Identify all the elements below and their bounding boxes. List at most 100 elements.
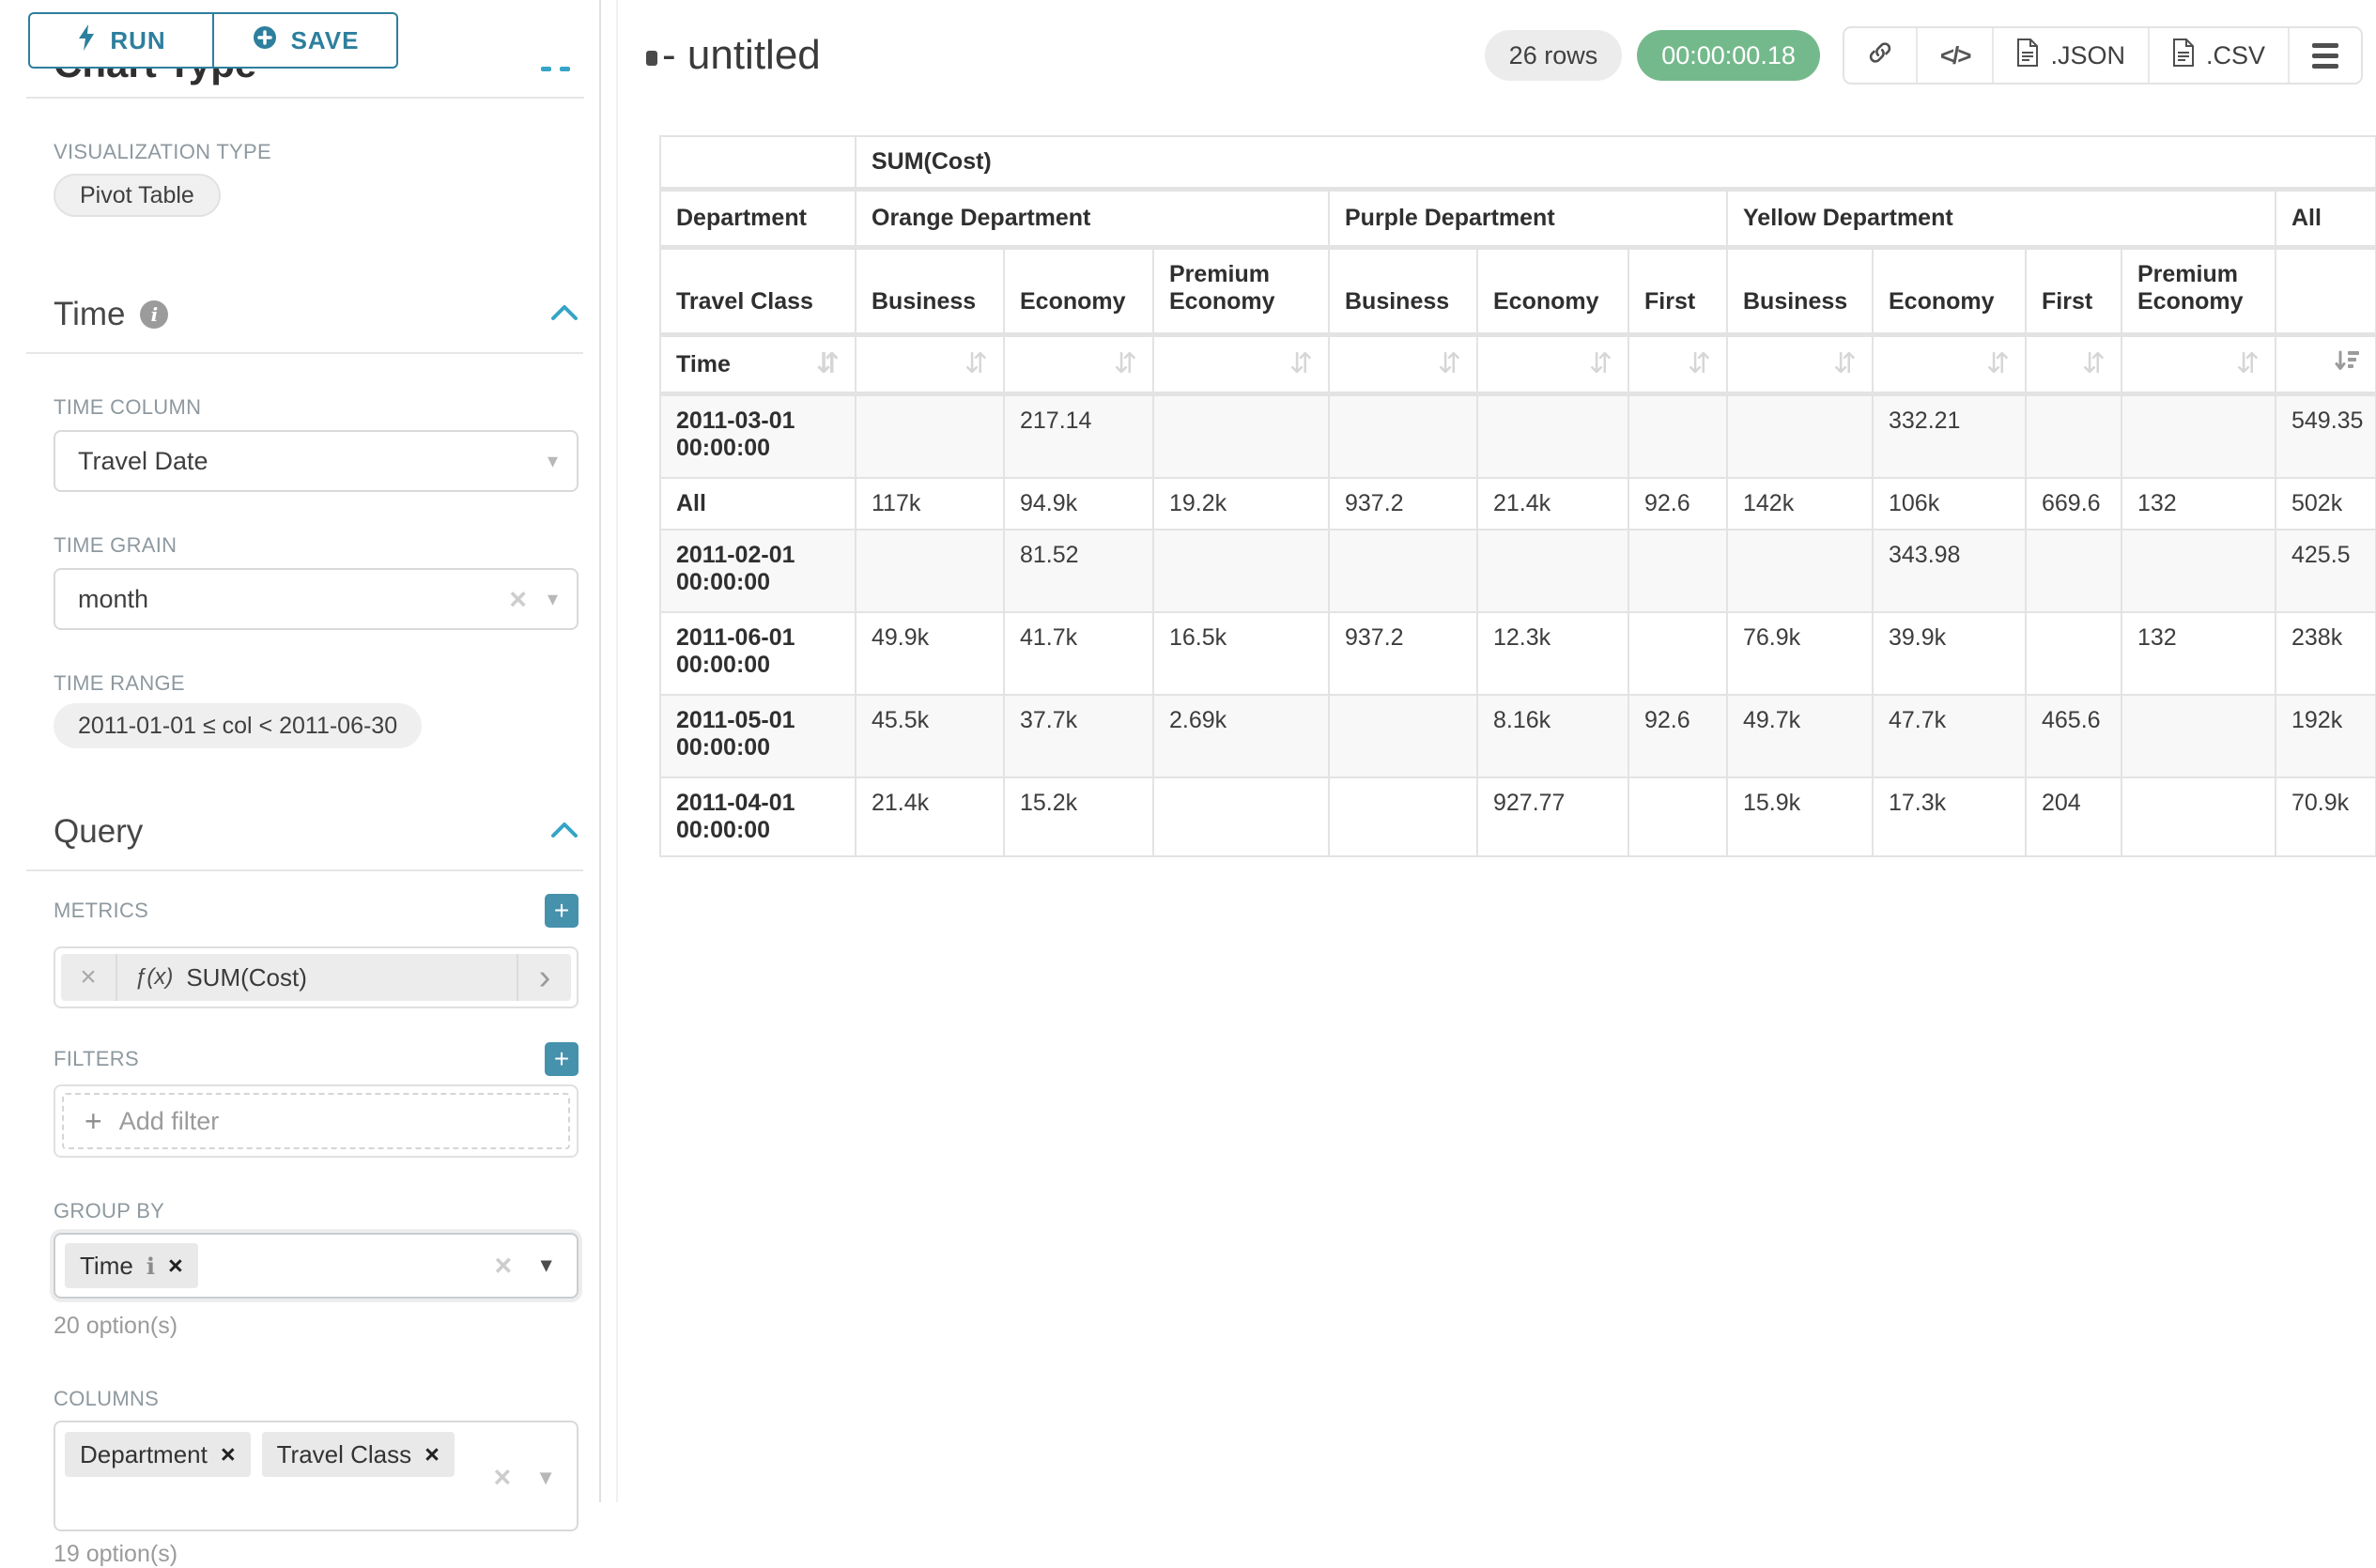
selected-option-chip[interactable]: Travel Class× [262, 1432, 455, 1477]
sort-arrows-icon[interactable]: ⇵ [816, 350, 840, 378]
add-filter-button[interactable]: + Add filter [62, 1093, 570, 1149]
add-filter-label: Add filter [119, 1107, 220, 1136]
lightning-bolt-icon [76, 23, 97, 58]
pivot-colgroup-header: Orange Department [856, 192, 1330, 250]
metrics-label: METRICS [54, 899, 148, 923]
sort-arrows-icon[interactable]: ⇵ [1438, 350, 1461, 378]
metric-chip[interactable]: × ƒ(x) SUM(Cost) › [61, 954, 571, 1001]
query-section-header: Query [54, 813, 579, 851]
chevron-up-icon[interactable] [550, 304, 579, 326]
remove-chip-icon[interactable]: × [424, 1440, 440, 1469]
remove-chip-icon[interactable]: × [168, 1252, 183, 1281]
control-panel-header: Chart Type RUN SAVE [0, 0, 599, 97]
pivot-cell [2122, 778, 2276, 857]
chart-title[interactable]: - untitled [662, 32, 821, 79]
pivot-cell [1478, 396, 1629, 479]
time-range-pill[interactable]: 2011-01-01 ≤ col < 2011-06-30 [54, 703, 422, 748]
chip-label: Time [80, 1252, 133, 1281]
sort-button[interactable]: ⇵ [1874, 337, 2027, 396]
splitter-handle-dot[interactable] [541, 67, 551, 71]
pivot-cell: 142k [1728, 479, 1874, 530]
pivot-cell [1330, 778, 1478, 857]
pivot-cell: 19.2k [1154, 479, 1330, 530]
chevron-up-icon[interactable] [550, 822, 579, 843]
sort-column-time[interactable]: Time⇵ [661, 337, 856, 396]
sort-button[interactable]: ⇵ [1154, 337, 1330, 396]
export-json-button[interactable]: .JSON [1992, 28, 2148, 83]
sort-arrows-icon[interactable]: ⇵ [1833, 350, 1857, 378]
columns-option-count: 19 option(s) [54, 1541, 579, 1568]
sort-arrows-icon[interactable]: ⇵ [1986, 350, 2010, 378]
pivot-cell: 37.7k [1005, 696, 1154, 778]
sort-arrows-icon[interactable]: ⇵ [1289, 350, 1313, 378]
sort-arrows-icon[interactable]: ⇵ [2082, 350, 2106, 378]
sort-button[interactable]: ⇵ [856, 337, 1005, 396]
copy-link-button[interactable] [1844, 28, 1916, 83]
sort-button[interactable]: ⇵ [1330, 337, 1478, 396]
sort-arrows-icon[interactable]: ⇵ [1688, 350, 1711, 378]
pivot-cell [1154, 396, 1330, 479]
table-row: All117k94.9k19.2k937.221.4k92.6142k106k6… [661, 479, 2376, 530]
sort-button[interactable]: ⇵ [2027, 337, 2122, 396]
query-section-title: Query [54, 813, 143, 851]
pivot-cell [1728, 530, 1874, 613]
metrics-header-row: METRICS + [54, 894, 579, 928]
chart-panel: - untitled 26 rows 00:00:00.18 </> .JSON… [616, 0, 2376, 1502]
sort-desc-active-icon[interactable] [2335, 348, 2360, 380]
selected-option-chip[interactable]: Department× [65, 1432, 251, 1477]
add-metric-button[interactable]: + [545, 894, 579, 928]
time-grain-select[interactable]: month × ▾ [54, 568, 579, 630]
sort-button[interactable]: ⇵ [1005, 337, 1154, 396]
sort-button[interactable]: ⇵ [2122, 337, 2276, 396]
sort-arrows-icon[interactable]: ⇵ [1589, 350, 1612, 378]
sort-button[interactable]: ⇵ [1728, 337, 1874, 396]
sort-button[interactable]: ⇵ [1478, 337, 1629, 396]
sort-button[interactable] [2276, 337, 2376, 396]
pivot-cell [2027, 396, 2122, 479]
pivot-cell: 41.7k [1005, 613, 1154, 696]
clear-icon[interactable]: × [509, 582, 527, 617]
csv-label: .CSV [2206, 41, 2265, 70]
table-row: 2011-06-01 00:00:0049.9k41.7k16.5k937.21… [661, 613, 2376, 696]
splitter-handle-dot[interactable] [560, 67, 570, 71]
remove-metric-icon[interactable]: × [61, 954, 117, 1001]
pivot-cell: 238k [2276, 613, 2376, 696]
control-panel-content: VISUALIZATION TYPE Pivot Table Time i TI… [0, 140, 599, 1568]
columns-select[interactable]: Department×Travel Class× × ▼ [54, 1421, 579, 1531]
group-by-select[interactable]: Timei× × ▼ [54, 1233, 579, 1299]
info-icon: i [140, 300, 168, 329]
sort-arrows-icon[interactable]: ⇵ [1114, 350, 1137, 378]
menu-button[interactable] [2288, 28, 2361, 83]
filters-label: FILTERS [54, 1047, 139, 1071]
export-csv-button[interactable]: .CSV [2148, 28, 2288, 83]
hamburger-icon [2312, 43, 2338, 69]
pivot-cell: 343.98 [1874, 530, 2027, 613]
remove-chip-icon[interactable]: × [221, 1440, 236, 1469]
add-filter-plus-button[interactable]: + [545, 1042, 579, 1076]
run-button[interactable]: RUN [28, 12, 214, 69]
pivot-cell [1629, 778, 1728, 857]
save-button[interactable]: SAVE [214, 12, 398, 69]
time-column-select[interactable]: Travel Date ▾ [54, 430, 579, 492]
caret-down-icon: ▾ [548, 449, 558, 473]
sort-arrows-icon[interactable]: ⇵ [964, 350, 988, 378]
sort-button[interactable]: ⇵ [1629, 337, 1728, 396]
clear-icon[interactable]: × [495, 1249, 513, 1284]
embed-code-button[interactable]: </> [1916, 28, 1993, 83]
viz-type-pill[interactable]: Pivot Table [54, 174, 221, 217]
pivot-cell [1728, 396, 1874, 479]
caret-down-icon: ▾ [548, 587, 558, 611]
file-icon [2016, 38, 2039, 73]
scrollbar-thumb[interactable] [646, 51, 657, 66]
selected-option-chip[interactable]: Timei× [65, 1243, 198, 1288]
pivot-row-label: 2011-03-01 00:00:00 [661, 396, 856, 479]
sort-arrows-icon[interactable]: ⇵ [2236, 350, 2260, 378]
pivot-cell: 17.3k [1874, 778, 2027, 857]
pivot-cell: 76.9k [1728, 613, 1874, 696]
pivot-cell [2122, 396, 2276, 479]
time-column-label: TIME COLUMN [54, 395, 579, 420]
chevron-right-icon[interactable]: › [517, 954, 571, 1001]
clear-icon[interactable]: × [494, 1460, 512, 1495]
fx-icon: ƒ(x) [134, 964, 173, 991]
export-button-group: </> .JSON .CSV [1843, 26, 2363, 85]
